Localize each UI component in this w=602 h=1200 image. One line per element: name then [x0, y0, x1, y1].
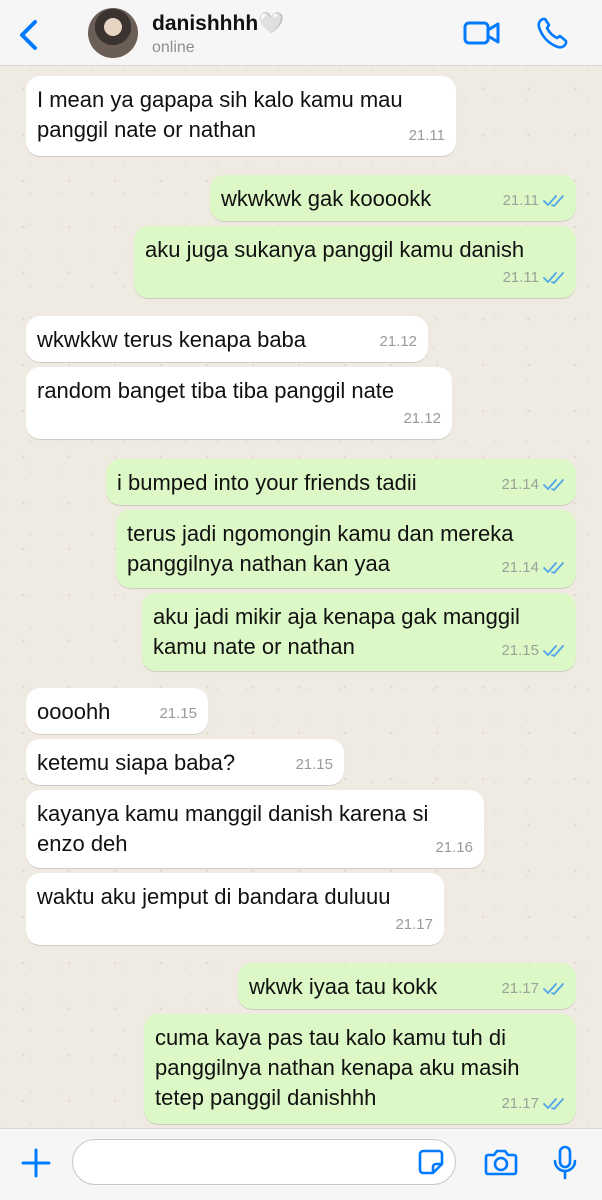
read-receipt-icon	[543, 195, 564, 207]
message-text: panggilnya nathan kenapa aku masih	[155, 1055, 520, 1080]
read-receipt-icon	[543, 645, 564, 657]
message-meta: 21.14	[501, 470, 565, 500]
message-meta: 21.17	[501, 974, 565, 1004]
message-meta: 21.11	[503, 186, 565, 216]
message-time: 21.17	[395, 916, 433, 933]
outgoing-message[interactable]: aku jadi mikir aja kenapa gak manggil kam…	[142, 593, 576, 671]
plus-icon[interactable]	[20, 1147, 52, 1179]
video-camera-icon[interactable]	[463, 20, 501, 46]
message-meta: 21.11	[409, 121, 445, 151]
outgoing-message[interactable]: aku juga sukanya panggil kamu danish 21.1…	[134, 226, 576, 298]
phone-icon[interactable]	[536, 16, 568, 50]
message-meta: 21.16	[435, 833, 473, 863]
outgoing-message[interactable]: terus jadi ngomongin kamu dan mereka pang…	[116, 510, 576, 588]
read-receipt-icon	[543, 983, 564, 995]
read-receipt-icon	[543, 562, 564, 574]
outgoing-message[interactable]: i bumped into your friends tadii 21.14	[106, 459, 576, 505]
message-meta: 21.15	[501, 636, 565, 666]
chat-header: danishhhh🤍 online	[0, 0, 602, 66]
message-time: 21.16	[435, 839, 473, 856]
message-text: aku juga sukanya panggil kamu danish	[145, 237, 525, 262]
outgoing-message[interactable]: wkwkwk gak kooookk 21.11	[210, 175, 576, 221]
microphone-icon[interactable]	[552, 1145, 578, 1181]
message-input[interactable]	[72, 1139, 456, 1185]
message-time: 21.11	[408, 127, 445, 144]
contact-name-text: danishhhh	[152, 12, 259, 35]
message-time: 21.14	[501, 559, 539, 576]
message-meta: 21.12	[379, 327, 417, 357]
message-text: panggilnya nathan kan yaa	[127, 551, 390, 576]
message-text: i bumped into your friends tadii	[117, 470, 417, 495]
incoming-message[interactable]: ketemu siapa baba? 21.15	[26, 739, 344, 785]
message-time: 21.12	[403, 410, 441, 427]
back-chevron-icon[interactable]	[14, 18, 44, 52]
incoming-message[interactable]: waktu aku jemput di bandara duluuu 21.17	[26, 873, 444, 945]
heart-icon: 🤍	[258, 12, 285, 35]
message-text: panggil nate or nathan	[37, 117, 256, 142]
message-meta: 21.15	[159, 699, 197, 729]
message-text: terus jadi ngomongin kamu dan mereka	[127, 521, 514, 546]
message-text: wkwkkw terus kenapa baba	[37, 327, 307, 352]
message-meta: 21.15	[295, 750, 333, 780]
message-text: ketemu siapa baba?	[37, 750, 236, 775]
incoming-message[interactable]: wkwkkw terus kenapa baba 21.12	[26, 316, 428, 362]
incoming-message[interactable]: I mean ya gapapa sih kalo kamu mau panggi…	[26, 76, 456, 156]
incoming-message[interactable]: random banget tiba tiba panggil nate 21.1…	[26, 367, 452, 439]
message-meta: 21.17	[501, 1089, 565, 1119]
outgoing-message[interactable]: wkwk iyaa tau kokk 21.17	[238, 963, 576, 1009]
read-receipt-icon	[543, 1098, 564, 1110]
message-time: 21.15	[501, 642, 539, 659]
message-time: 21.12	[379, 333, 417, 350]
read-receipt-icon	[543, 272, 564, 284]
message-meta: 21.12	[403, 404, 441, 434]
sticker-icon[interactable]	[418, 1149, 444, 1175]
message-text: aku jadi mikir aja kenapa gak manggil	[153, 604, 520, 629]
message-time: 21.11	[502, 192, 539, 209]
contact-name[interactable]: danishhhh🤍	[152, 12, 284, 36]
contact-status: online	[152, 39, 195, 56]
message-text: random banget tiba tiba panggil nate	[37, 378, 395, 403]
message-meta: 21.11	[503, 263, 565, 293]
message-meta: 21.14	[501, 553, 565, 583]
message-time: 21.15	[295, 756, 333, 773]
message-time: 21.14	[501, 476, 539, 493]
message-text: cuma kaya pas tau kalo kamu tuh di	[155, 1025, 506, 1050]
message-list[interactable]: I mean ya gapapa sih kalo kamu mau panggi…	[0, 66, 602, 1128]
message-time: 21.11	[502, 269, 539, 286]
message-time: 21.15	[159, 705, 197, 722]
contact-avatar[interactable]	[88, 8, 138, 58]
message-text: enzo deh	[37, 831, 128, 856]
message-text: waktu aku jemput di bandara duluuu	[37, 884, 391, 909]
message-time: 21.17	[501, 1095, 539, 1112]
message-time: 21.17	[501, 980, 539, 997]
incoming-message[interactable]: oooohh 21.15	[26, 688, 208, 734]
composer-bar	[0, 1128, 602, 1200]
camera-icon[interactable]	[484, 1147, 518, 1177]
incoming-message[interactable]: kayanya kamu manggil danish karena si enz…	[26, 790, 484, 868]
message-meta: 21.17	[395, 910, 433, 940]
outgoing-message[interactable]: cuma kaya pas tau kalo kamu tuh di panggi…	[144, 1014, 576, 1124]
message-text: I mean ya gapapa sih kalo kamu mau	[37, 87, 403, 112]
message-text: kayanya kamu manggil danish karena si	[37, 801, 429, 826]
read-receipt-icon	[543, 479, 564, 491]
